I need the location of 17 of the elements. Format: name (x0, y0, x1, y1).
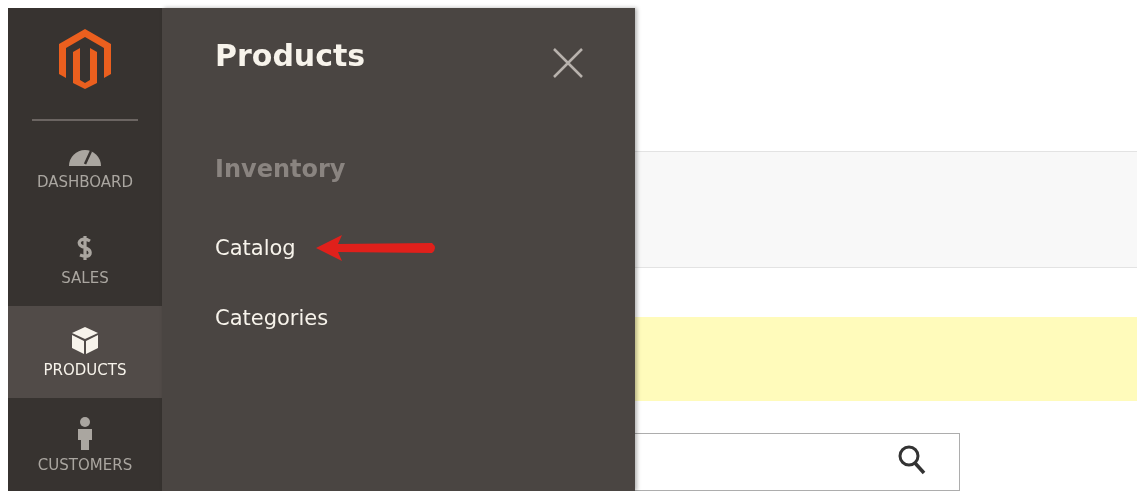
search-icon (897, 444, 927, 477)
sidebar-item[interactable]: CUSTOMERS (8, 398, 162, 491)
sidebar-item[interactable]: DASHBOARD (8, 120, 162, 214)
panel-title: Products (215, 38, 366, 73)
menu-link[interactable]: Catalog (215, 236, 296, 260)
sidebar-label: CUSTOMERS (37, 455, 133, 474)
sidebar-label: PRODUCTS (43, 361, 127, 380)
close-button[interactable] (551, 46, 585, 80)
menu-link[interactable]: Categories (215, 306, 329, 330)
sidebar-item[interactable]: PRODUCTS (8, 305, 162, 399)
person-icon (75, 415, 95, 450)
logo-icon (58, 28, 112, 90)
box-icon (70, 325, 100, 356)
sidebar-label: SALES (61, 268, 109, 287)
sidebar-item[interactable]: SALES (8, 213, 162, 306)
section-heading: Inventory (215, 155, 347, 183)
sidebar-label: DASHBOARD (36, 172, 134, 191)
